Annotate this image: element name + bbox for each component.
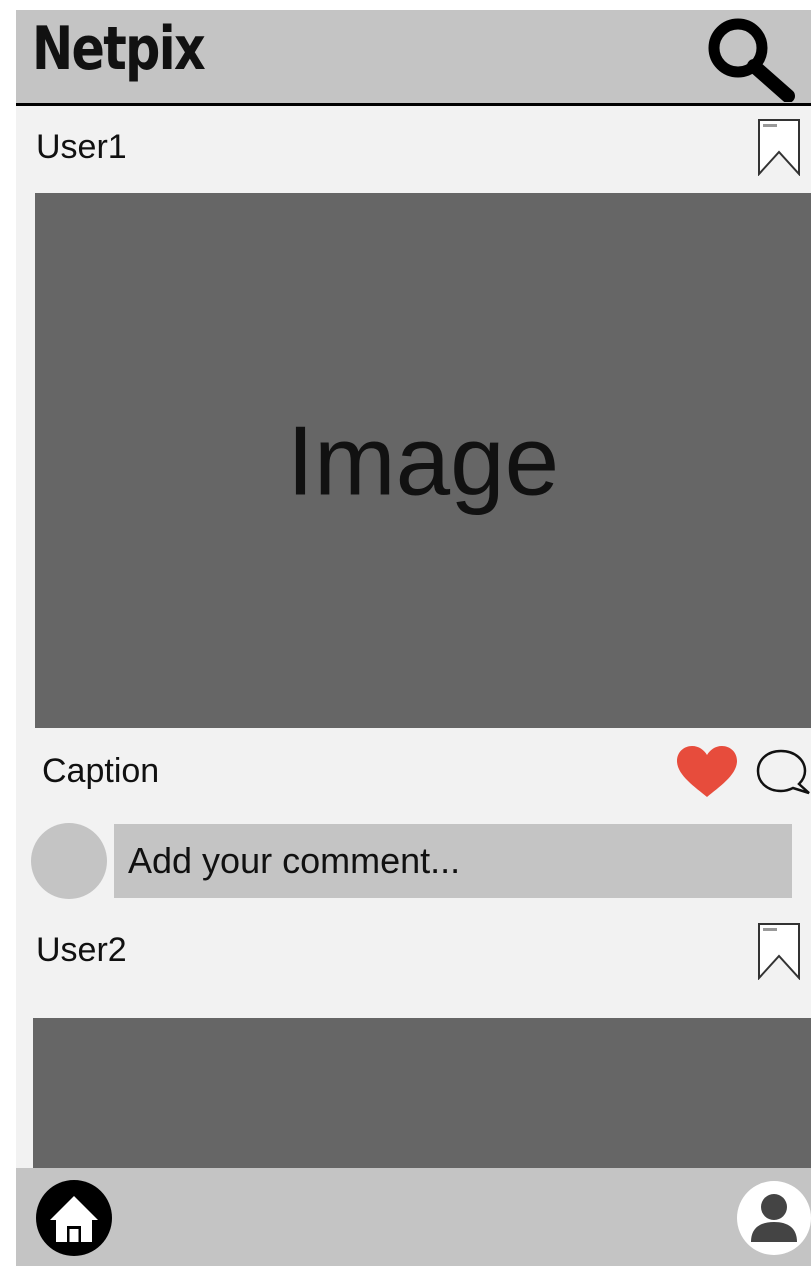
header-bar: Netpix [16,10,811,106]
speech-bubble-icon [756,749,810,795]
heart-icon [677,746,737,797]
profile-icon [737,1181,811,1255]
post-image[interactable]: Image [35,193,811,728]
search-icon [708,18,795,103]
comment-button[interactable] [755,747,811,797]
post-username[interactable]: User1 [36,128,127,167]
bottom-nav-bar [16,1168,811,1266]
avatar [31,823,107,899]
post-username[interactable]: User2 [36,931,127,970]
bookmark-button[interactable] [757,118,801,177]
image-placeholder-label: Image [286,405,560,515]
search-button[interactable] [698,10,798,103]
home-button[interactable] [34,1178,114,1258]
app-title: Netpix [32,14,206,84]
bookmark-icon [758,119,800,177]
post-caption: Caption [42,752,160,790]
home-icon [36,1180,112,1256]
profile-button[interactable] [736,1180,811,1256]
like-button[interactable] [675,745,739,799]
comment-input[interactable] [114,824,792,898]
bookmark-icon [758,923,800,981]
app-screen: Netpix User1 Image Caption User2 [16,10,811,1266]
bookmark-button[interactable] [757,922,801,981]
post-image[interactable] [33,1018,811,1178]
